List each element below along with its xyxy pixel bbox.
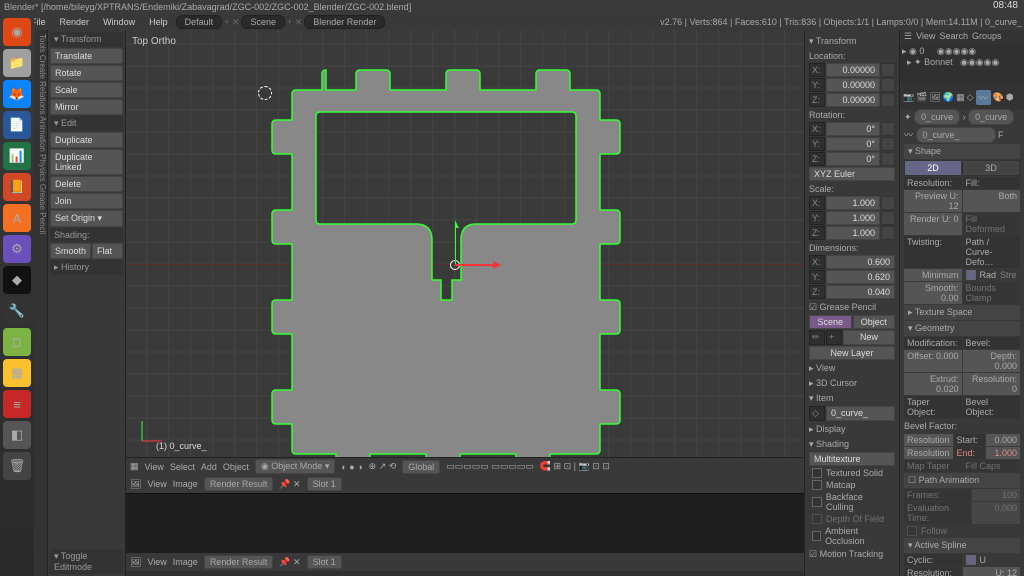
- calc-icon[interactable]: 📊: [3, 142, 31, 170]
- app-icon[interactable]: ▦: [3, 359, 31, 387]
- writer-icon[interactable]: 📄: [3, 111, 31, 139]
- n-panel: ▾ Transform Location: X:0.00000 Y:0.0000…: [804, 30, 899, 576]
- scene-selector[interactable]: Scene: [241, 15, 285, 29]
- duplicate-linked-button[interactable]: Duplicate Linked: [50, 149, 123, 175]
- trash-icon[interactable]: 🗑: [3, 452, 31, 480]
- impress-icon[interactable]: 📙: [3, 173, 31, 201]
- render-engine[interactable]: Blender Render: [304, 15, 385, 29]
- files-icon[interactable]: 📁: [3, 49, 31, 77]
- outliner-tree[interactable]: ▸ ◉ 0 ◉◉◉◉◉ ▸ ✦ Bonnet ◉◉◉◉◉: [900, 44, 1024, 84]
- shading-icons[interactable]: ◐ ● ◑: [341, 462, 362, 472]
- np-transform[interactable]: ▾ Transform: [809, 34, 895, 49]
- 3dview-header: ▦ View Select Add Object ◉ Object Mode ▾…: [126, 457, 804, 475]
- 3d-cursor-icon: [258, 86, 272, 100]
- tool-tabs[interactable]: Tools Create Relations Animation Physics…: [34, 30, 48, 576]
- software-icon[interactable]: A: [3, 204, 31, 232]
- operator-panel[interactable]: ▾ Toggle Editmode: [50, 549, 123, 574]
- properties-tabs[interactable]: 📷🎬🖼🌍▦◇〰🎨⬢: [900, 84, 1024, 110]
- window-title: Blender* [/home/bileyg/XPTRANS/Endemiki/…: [4, 2, 411, 12]
- flat-button[interactable]: Flat: [92, 243, 123, 259]
- datablock-name[interactable]: 0_curve_: [916, 127, 996, 143]
- 3d-viewport[interactable]: Top Ortho (1) 0_curve_ ▦ View Select Add: [126, 30, 804, 475]
- tool-icon[interactable]: 🔧: [3, 297, 31, 325]
- im-pin-icon[interactable]: 📌 ✕: [279, 479, 300, 490]
- hv-object[interactable]: Object: [223, 462, 249, 472]
- stats-text: v2.76 | Verts:864 | Faces:610 | Tris:836…: [660, 17, 1022, 27]
- im-rr[interactable]: Render Result: [204, 477, 274, 491]
- shading-label: Shading:: [50, 228, 123, 242]
- image-editor: 🖼 View Image Render Result 📌 ✕ Slot 1 🖼 …: [126, 475, 804, 576]
- translate-button[interactable]: Translate: [50, 48, 123, 64]
- mirror-button[interactable]: Mirror: [50, 99, 123, 115]
- uv-editor-icon[interactable]: 🖼: [130, 557, 141, 568]
- im-slot[interactable]: Slot 1: [307, 477, 342, 491]
- menu-window[interactable]: Window: [97, 17, 141, 27]
- transform-gizmo-x[interactable]: [455, 259, 505, 271]
- active-object-label: (1) 0_curve_: [156, 441, 207, 451]
- imgeditor-icon[interactable]: 🖼: [130, 479, 141, 490]
- snap-icons[interactable]: 🧲 ⊞ ⊡ | 📷 ⊡ ⊡: [540, 461, 610, 472]
- lock-icon[interactable]: [881, 63, 895, 77]
- loc-x[interactable]: 0.00000: [826, 63, 880, 77]
- properties-outliner: ☰ View Search Groups ▸ ◉ 0 ◉◉◉◉◉ ▸ ✦ Bon…: [899, 30, 1024, 576]
- orientation-selector[interactable]: Global: [402, 460, 440, 474]
- tool-shelf: ▾ Transform Translate Rotate Scale Mirro…: [48, 30, 126, 576]
- smooth-button[interactable]: Smooth: [50, 243, 91, 259]
- transform-header[interactable]: ▾ Transform: [50, 32, 123, 47]
- loc-z[interactable]: 0.00000: [826, 93, 880, 107]
- pivot-icons[interactable]: ⊕ ↗ ⟲: [369, 461, 397, 472]
- im-view[interactable]: View: [147, 479, 166, 489]
- dash-icon[interactable]: ◉: [3, 18, 31, 46]
- settings-icon[interactable]: ⚙: [3, 235, 31, 263]
- app3-icon[interactable]: ◧: [3, 421, 31, 449]
- layers-widget[interactable]: ▭▭▭▭▭ ▭▭▭▭▭: [446, 461, 534, 472]
- menu-help[interactable]: Help: [143, 17, 174, 27]
- view-label: Top Ortho: [132, 36, 176, 47]
- 2d-toggle[interactable]: 2D: [904, 160, 962, 176]
- editor-type-icon[interactable]: ▦: [130, 461, 139, 472]
- hv-add[interactable]: Add: [201, 462, 217, 472]
- set-origin-button[interactable]: Set Origin ▾: [50, 210, 123, 227]
- outliner-icon[interactable]: ☰: [904, 31, 912, 43]
- scale-button[interactable]: Scale: [50, 82, 123, 98]
- ds-icon[interactable]: D: [3, 328, 31, 356]
- info-header: ⓘ File Render Window Help Default + ✕ Sc…: [0, 14, 1024, 30]
- screen-layout[interactable]: Default: [176, 15, 223, 29]
- rotate-button[interactable]: Rotate: [50, 65, 123, 81]
- delete-button[interactable]: Delete: [50, 176, 123, 192]
- edit-header[interactable]: ▾ Edit: [50, 116, 123, 131]
- im-image[interactable]: Image: [173, 479, 198, 489]
- duplicate-button[interactable]: Duplicate: [50, 132, 123, 148]
- 3d-toggle[interactable]: 3D: [962, 160, 1020, 176]
- menu-render[interactable]: Render: [54, 17, 96, 27]
- loc-y[interactable]: 0.00000: [826, 78, 880, 92]
- hv-view[interactable]: View: [145, 462, 164, 472]
- history-header[interactable]: ▸ History: [50, 260, 123, 275]
- firefox-icon[interactable]: 🦊: [3, 80, 31, 108]
- join-button[interactable]: Join: [50, 193, 123, 209]
- hv-select[interactable]: Select: [170, 462, 195, 472]
- inkscape-icon[interactable]: ◆: [3, 266, 31, 294]
- mode-selector[interactable]: ◉ Object Mode ▾: [255, 459, 335, 474]
- gp-header[interactable]: ☑ Grease Pencil: [809, 300, 895, 315]
- ubuntu-dock: ◉ 📁 🦊 📄 📊 📙 A ⚙ ◆ 🔧 D ▦ ≡ ◧ 🗑: [0, 14, 34, 576]
- app2-icon[interactable]: ≡: [3, 390, 31, 418]
- clock: 08:48: [993, 0, 1018, 11]
- image-canvas[interactable]: [126, 493, 804, 553]
